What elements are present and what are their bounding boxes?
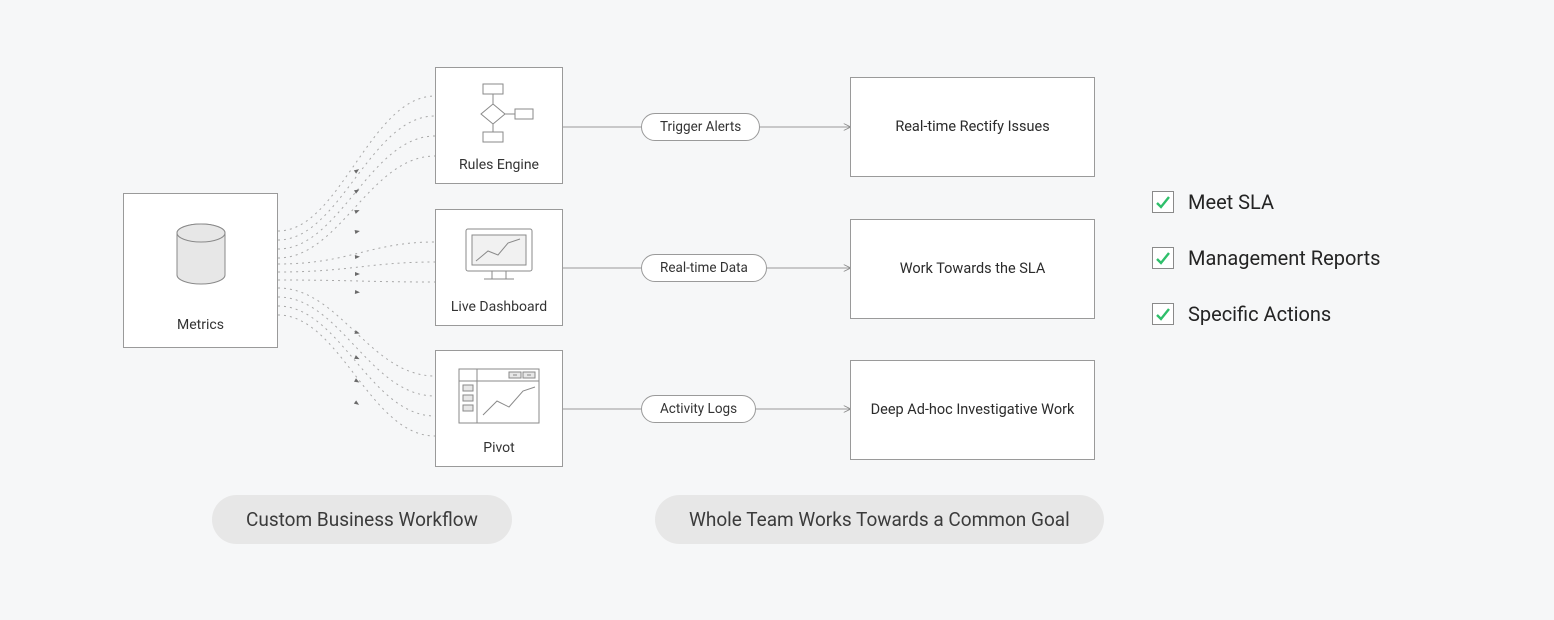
result-rectify-issues-label: Real-time Rectify Issues [895,117,1049,137]
pill-activity-logs: Activity Logs [641,395,756,423]
metrics-node: Metrics [123,193,278,348]
rules-engine-label: Rules Engine [459,157,539,173]
database-icon [172,194,230,317]
rules-engine-node: Rules Engine [435,67,563,184]
checklist-item-label: Meet SLA [1188,190,1274,214]
live-dashboard-label: Live Dashboard [451,299,547,315]
metrics-label: Metrics [177,317,224,333]
pivot-analysis-icon [457,351,541,440]
section-label-left: Custom Business Workflow [212,495,512,544]
result-investigative-work-label: Deep Ad-hoc Investigative Work [871,400,1075,420]
checkmark-icon [1152,247,1174,269]
live-dashboard-node: Live Dashboard [435,209,563,326]
checklist-item-label: Specific Actions [1188,302,1331,326]
checklist-item-meet-sla: Meet SLA [1152,190,1381,214]
flowchart-icon [463,68,535,157]
result-work-towards-sla-label: Work Towards the SLA [900,259,1046,279]
checkmark-icon [1152,191,1174,213]
section-label-right: Whole Team Works Towards a Common Goal [655,495,1104,544]
checkmark-icon [1152,303,1174,325]
monitor-chart-icon [462,210,536,299]
result-rectify-issues: Real-time Rectify Issues [850,77,1095,177]
checklist-item-management-reports: Management Reports [1152,246,1381,270]
checklist-item-label: Management Reports [1188,246,1381,270]
pivot-node: Pivot [435,350,563,467]
checklist: Meet SLA Management Reports Specific Act… [1152,190,1381,358]
result-work-towards-sla: Work Towards the SLA [850,219,1095,319]
pivot-label: Pivot [483,440,514,456]
checklist-item-specific-actions: Specific Actions [1152,302,1381,326]
pill-real-time-data: Real-time Data [641,254,767,282]
result-investigative-work: Deep Ad-hoc Investigative Work [850,360,1095,460]
pill-trigger-alerts: Trigger Alerts [641,113,760,141]
